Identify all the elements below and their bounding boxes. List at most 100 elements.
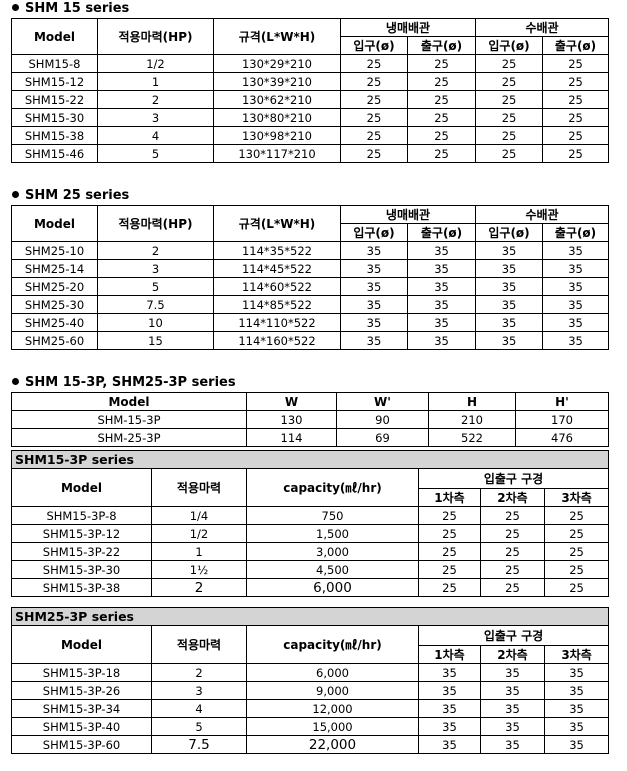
table-cell: 35 <box>475 331 544 350</box>
table-cell: 35 <box>480 717 545 736</box>
table-cell: 25 <box>406 144 477 163</box>
header-inlet: 입구(ø) <box>475 223 544 242</box>
header-port: 입출구 구경 <box>417 625 610 646</box>
table-cell: 35 <box>406 259 477 278</box>
header-size: 규격(L*W*H) <box>213 205 341 242</box>
table-cell: 35 <box>475 259 544 278</box>
table-row: SHM15-8 1/2 130*29*210 25 25 25 25 <box>11 54 610 73</box>
table-cell: 35 <box>340 295 408 314</box>
table-cell: 25 <box>340 72 408 91</box>
table-cell: SHM15-3P-26 <box>11 681 152 700</box>
table-cell: 22,000 <box>246 735 419 754</box>
table-cell: 25 <box>542 126 610 145</box>
table-cell: 25 <box>340 126 408 145</box>
table-cell: SHM15-3P-22 <box>11 542 152 561</box>
table-cell: 130*117*210 <box>213 144 341 163</box>
table-cell: 35 <box>543 735 610 754</box>
table-cell: SHM25-14 <box>11 259 98 278</box>
table-cell: 1½ <box>151 560 247 579</box>
table-cell: 25 <box>480 578 545 597</box>
table-cell: 3 <box>97 108 214 127</box>
table-cell: 35 <box>406 313 477 332</box>
table-cell: 35 <box>542 331 610 350</box>
table-cell: 25 <box>542 144 610 163</box>
table-row: SHM15-3P-40 5 15,000 35 35 35 <box>11 717 610 736</box>
shm25-3p-table: SHM25-3P series Model 적용마력 capacity(㎖/hr) 입… <box>10 607 610 754</box>
band-shm25-3p: SHM25-3P series <box>10 607 610 626</box>
table-cell: SHM15-3P-40 <box>11 717 152 736</box>
bullet-icon <box>12 191 19 198</box>
table-cell: 25 <box>542 72 610 91</box>
table-cell: SHM-25-3P <box>11 428 247 447</box>
table-cell: 25 <box>340 108 408 127</box>
table-cell: 35 <box>418 717 481 736</box>
table-cell: 130*80*210 <box>213 108 341 127</box>
table-cell: SHM15-22 <box>11 90 98 109</box>
table-cell: 35 <box>480 735 545 754</box>
table-cell: 25 <box>480 506 545 525</box>
table-cell: 25 <box>542 90 610 109</box>
table-cell: 25 <box>480 524 545 543</box>
table-cell: 35 <box>480 681 545 700</box>
table-cell: 114*110*522 <box>213 313 341 332</box>
header-size: 규격(L*W*H) <box>213 18 341 55</box>
table-row: SHM15-3P-22 1 3,000 25 25 25 <box>11 542 610 561</box>
table-cell: 4,500 <box>246 560 419 579</box>
table-cell: 35 <box>406 277 477 296</box>
table-cell: 35 <box>480 663 545 682</box>
header-hp: 적용마력 <box>151 468 247 507</box>
table-row: SHM25-20 5 114*60*522 35 35 35 35 <box>11 277 610 296</box>
table-row: SHM15-38 4 130*98*210 25 25 25 25 <box>11 126 610 145</box>
table-cell: 114 <box>246 428 337 447</box>
table-cell: 35 <box>340 259 408 278</box>
table-cell: 12,000 <box>246 699 419 718</box>
table-row: SHM15-3P-34 4 12,000 35 35 35 <box>11 699 610 718</box>
table-cell: 9,000 <box>246 681 419 700</box>
table-cell: 1/4 <box>151 506 247 525</box>
table-cell: SHM15-3P-38 <box>11 578 152 597</box>
header-inlet: 입구(ø) <box>340 223 408 242</box>
section-title-shm25: SHM 25 series <box>12 188 129 204</box>
header-model: Model <box>11 205 98 242</box>
table-cell: 130 <box>246 410 337 429</box>
header-outlet: 출구(ø) <box>542 36 610 55</box>
table-cell: 1,500 <box>246 524 419 543</box>
table-cell: 25 <box>418 506 481 525</box>
table-cell: 750 <box>246 506 419 525</box>
table-cell: 2 <box>97 90 214 109</box>
table-cell: 2 <box>151 663 247 682</box>
header-secondary: 2차측 <box>480 488 545 507</box>
table-cell: SHM15-46 <box>11 144 98 163</box>
header-w-prime: W' <box>336 392 429 411</box>
header-model: Model <box>11 625 152 664</box>
table-cell: 35 <box>542 277 610 296</box>
shm15-table: Model 적용마력(HP) 규격(L*W*H) 냉매배관 수배관 입구(ø) 출구(ø)… <box>11 18 610 163</box>
table-cell: 25 <box>406 54 477 73</box>
table-cell: 35 <box>475 277 544 296</box>
table-cell: 130*98*210 <box>213 126 341 145</box>
table-cell: 25 <box>475 72 544 91</box>
table-row: SHM25-40 10 114*110*522 35 35 35 35 <box>11 313 610 332</box>
band-shm15-3p: SHM15-3P series <box>10 450 610 469</box>
table-cell: 35 <box>340 313 408 332</box>
table-cell: 35 <box>340 241 408 260</box>
table-cell: 6,000 <box>246 578 419 597</box>
header-water: 수배관 <box>475 18 610 37</box>
table-row: SHM15-3P-12 1/2 1,500 25 25 25 <box>11 524 610 543</box>
table-cell: 35 <box>543 663 610 682</box>
header-tertiary: 3차측 <box>543 488 610 507</box>
table-cell: SHM15-8 <box>11 54 98 73</box>
table-cell: SHM-15-3P <box>11 410 247 429</box>
table-cell: 90 <box>336 410 429 429</box>
table-cell: 35 <box>543 699 610 718</box>
table-cell: 25 <box>543 560 610 579</box>
table-cell: SHM15-12 <box>11 72 98 91</box>
table-row: SHM15-46 5 130*117*210 25 25 25 25 <box>11 144 610 163</box>
table-cell: 25 <box>543 542 610 561</box>
table-cell: SHM15-3P-34 <box>11 699 152 718</box>
header-primary: 1차측 <box>418 645 481 664</box>
table-cell: 25 <box>480 542 545 561</box>
table-cell: 25 <box>418 542 481 561</box>
table-row: SHM15-12 1 130*39*210 25 25 25 25 <box>11 72 610 91</box>
table-row: SHM25-60 15 114*160*522 35 35 35 35 <box>11 331 610 350</box>
